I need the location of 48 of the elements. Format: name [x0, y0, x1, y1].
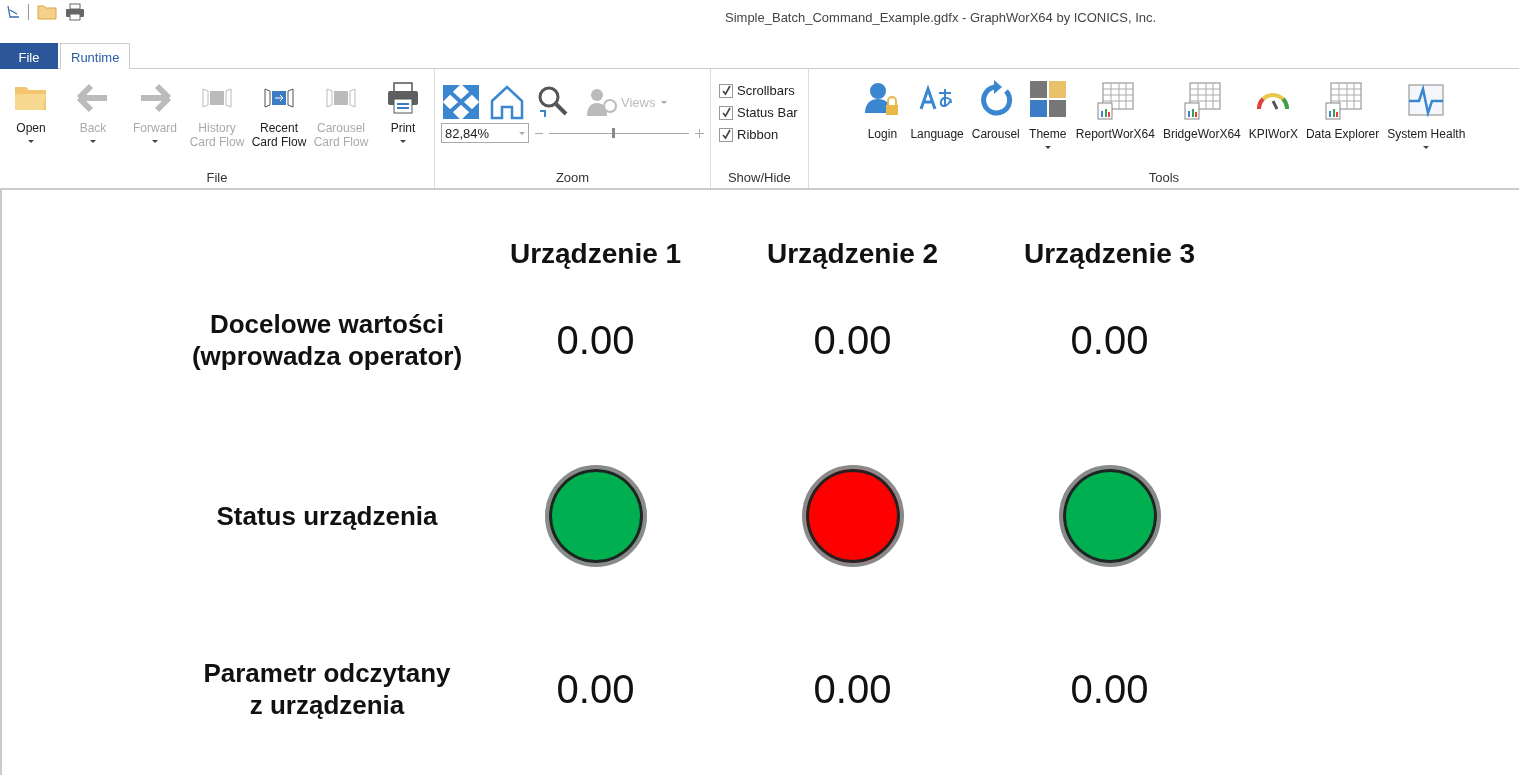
- zoom-combo[interactable]: 82,84%: [441, 123, 529, 143]
- ribbon-button[interactable]: Data Explorer: [1301, 79, 1384, 170]
- value-display: 0.00: [556, 666, 635, 712]
- device-heading: Urządzenie 1: [509, 238, 682, 271]
- printer-icon[interactable]: [65, 3, 85, 21]
- spreadsheet-icon: [1095, 79, 1136, 123]
- ribbon-button[interactable]: Language: [906, 79, 968, 170]
- checkbox[interactable]: Scrollbars: [719, 83, 798, 98]
- device-heading: Urządzenie 3: [1023, 238, 1196, 271]
- value-display: 0.00: [813, 317, 892, 363]
- ribbon-button[interactable]: Print: [372, 81, 434, 170]
- ribbon-button[interactable]: Open: [0, 81, 62, 170]
- group-label: Show/Hide: [727, 170, 791, 187]
- value-display: 0.00: [813, 666, 892, 712]
- row-label: Parametr odczytany z urządzenia: [202, 657, 452, 721]
- ribbon-button[interactable]: System Health: [1383, 79, 1470, 170]
- app-icon[interactable]: [6, 5, 20, 19]
- checkbox[interactable]: Status Bar: [719, 105, 798, 120]
- ribbon-tab[interactable]: Runtime: [60, 43, 131, 69]
- window-title: Simple_Batch_Command_Example.gdfx - GraphWorX64 by ICONICS, Inc.: [725, 10, 1157, 25]
- fit-to-window-icon[interactable]: [441, 83, 481, 121]
- group-label: Zoom: [555, 170, 590, 187]
- device-heading: Urządzenie 2: [766, 238, 939, 271]
- spreadsheet-icon: [1181, 79, 1222, 123]
- ribbon-button[interactable]: ReportWorX64: [1071, 79, 1159, 170]
- ribbon-button[interactable]: BridgeWorX64: [1158, 79, 1245, 170]
- checkbox[interactable]: Ribbon: [719, 127, 798, 142]
- zoom-in-icon[interactable]: [695, 128, 704, 138]
- ribbon-button[interactable]: Carousel: [967, 79, 1024, 170]
- value-display: 0.00: [1070, 666, 1149, 712]
- checkmark-icon: [720, 107, 732, 118]
- ribbon-button[interactable]: KPIWorX: [1244, 79, 1302, 170]
- value-display: 0.00: [1070, 317, 1149, 363]
- ribbon-button[interactable]: Recent Card Flow: [248, 81, 310, 170]
- ribbon-button[interactable]: Theme: [1023, 79, 1072, 170]
- printer-icon: [385, 81, 421, 115]
- row-label: Status urządzenia: [215, 500, 439, 532]
- value-display: 0.00: [556, 317, 635, 363]
- grid-icon: [1322, 79, 1363, 123]
- checkmark-icon: [720, 129, 732, 140]
- caret-icon: [661, 100, 668, 104]
- ribbon-tab[interactable]: File: [0, 43, 58, 69]
- group-label: File: [206, 170, 228, 187]
- group-label: Tools: [1148, 170, 1180, 187]
- ribbon-button[interactable]: Login: [858, 79, 907, 170]
- row-label: Docelowe wartości (wprowadza operator): [190, 308, 464, 372]
- caret-icon: [519, 131, 525, 135]
- checkmark-icon: [720, 85, 732, 96]
